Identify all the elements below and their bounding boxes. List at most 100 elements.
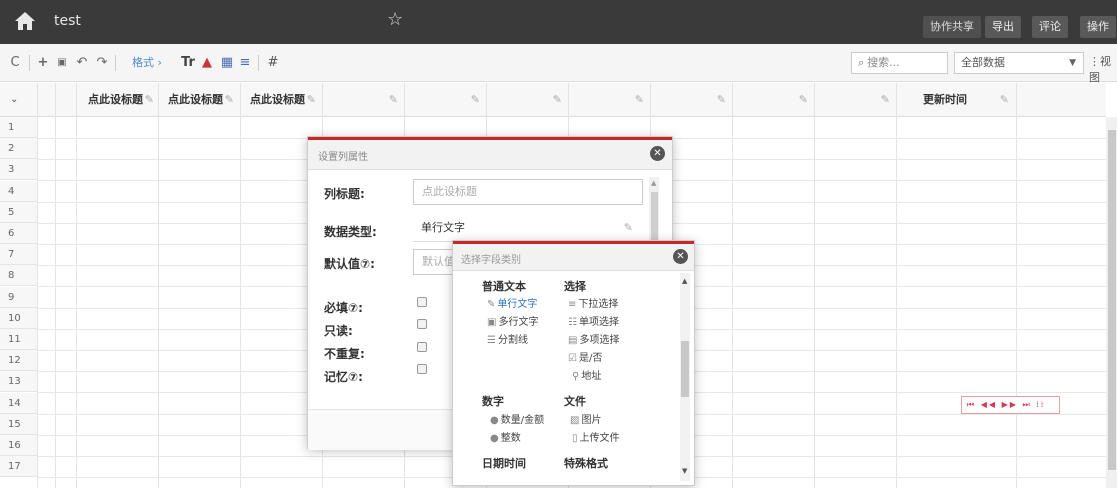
edit-icon[interactable]: ✎ [635, 83, 644, 117]
option-amount[interactable]: ● 数量/金额 [490, 411, 544, 426]
row-number[interactable]: 6 [0, 223, 37, 244]
column-header-updated[interactable]: 更新时间 ✎ [923, 83, 1015, 117]
edit-icon[interactable]: ✎ [624, 216, 633, 240]
option-integer[interactable]: ● 整数 [490, 429, 521, 444]
row-number[interactable]: 8 [0, 265, 37, 286]
search-icon: ⌕ [858, 56, 865, 69]
column-header[interactable]: ✎ [486, 83, 568, 117]
toolbar-divider [258, 55, 259, 71]
refresh-icon[interactable]: C [8, 54, 22, 72]
option-single-choice[interactable]: ☷ 单项选择 [568, 313, 619, 328]
readonly-label: 只读: [324, 324, 353, 338]
column-header[interactable]: 点此设标题 ✎ [250, 83, 322, 117]
map-pin-icon: ⚲ [572, 371, 580, 382]
row-number[interactable]: 13 [0, 371, 37, 392]
edit-icon[interactable]: ✎ [307, 83, 316, 117]
list-icon: ≡ [568, 299, 577, 310]
column-title-input[interactable]: 点此设标题 [413, 179, 643, 205]
edit-icon[interactable]: ✎ [553, 83, 562, 117]
save-icon[interactable]: ▣ [55, 54, 69, 72]
column-header[interactable]: ✎ [322, 83, 404, 117]
option-multi-choice[interactable]: ▤ 多项选择 [568, 331, 619, 346]
edit-icon[interactable]: ✎ [799, 83, 808, 117]
option-single-line[interactable]: ✎ 单行文字 [487, 295, 537, 310]
redo-icon[interactable]: ↷ [95, 54, 109, 72]
group-datetime: 日期时间 [482, 457, 526, 470]
option-dropdown[interactable]: ≡ 下拉选择 [568, 295, 618, 310]
font-color-icon[interactable]: ▲ [199, 54, 215, 72]
text-format-icon[interactable]: Tr [179, 54, 197, 72]
column-header[interactable]: ✎ [568, 83, 650, 117]
row-number[interactable]: 2 [0, 138, 37, 159]
memory-label: 记忆⑦: [324, 370, 363, 384]
row-number[interactable]: 7 [0, 244, 37, 265]
edit-icon[interactable]: ✎ [1000, 83, 1009, 117]
row-number[interactable]: 10 [0, 308, 37, 329]
edit-icon[interactable]: ✎ [145, 83, 154, 117]
add-icon[interactable]: + [36, 54, 50, 72]
column-header[interactable]: ✎ [404, 83, 486, 117]
edit-icon[interactable]: ✎ [717, 83, 726, 117]
edit-icon[interactable]: ✎ [389, 83, 398, 117]
required-checkbox[interactable] [417, 297, 427, 307]
row-number[interactable]: 4 [0, 181, 37, 202]
row-number[interactable]: 12 [0, 350, 37, 371]
column-header[interactable]: ✎ [650, 83, 732, 117]
data-type-field[interactable]: 单行文字 ✎ [413, 216, 643, 242]
option-yes-no[interactable]: ☑ 是/否 [568, 349, 602, 364]
align-icon[interactable]: ≡ [237, 54, 253, 72]
row-number[interactable]: 14 [0, 393, 37, 414]
dialog-scrollbar-thumb[interactable] [681, 341, 689, 397]
hash-icon[interactable]: # [266, 54, 280, 72]
toolbar: C + ▣ ↶ ↷ 格式 › Tr ▲ ▦ ≡ # [0, 44, 1117, 82]
scroll-up-icon[interactable]: ▲ [651, 179, 656, 187]
row-number[interactable]: 9 [0, 287, 37, 308]
edit-icon[interactable]: ✎ [881, 83, 890, 117]
export-button[interactable]: 导出 [985, 16, 1021, 38]
close-icon[interactable]: ✕ [673, 249, 688, 264]
option-address[interactable]: ⚲ 地址 [572, 367, 601, 382]
undo-icon[interactable]: ↶ [75, 54, 89, 72]
fill-color-icon[interactable]: ▦ [219, 54, 235, 72]
close-icon[interactable]: ✕ [650, 146, 665, 161]
row-number[interactable]: 16 [0, 435, 37, 456]
column-header[interactable]: 点此设标题 ✎ [88, 83, 160, 117]
readonly-checkbox[interactable] [417, 319, 427, 329]
option-divider[interactable]: ☰ 分割线 [487, 331, 528, 346]
scroll-down-icon[interactable]: ▼ [682, 467, 687, 475]
scroll-up-icon[interactable]: ▲ [682, 277, 687, 285]
edit-icon[interactable]: ✎ [471, 83, 480, 117]
option-upload[interactable]: ▯ 上传文件 [572, 429, 620, 444]
option-multi-line[interactable]: ▣ 多行文字 [487, 313, 538, 328]
row-number[interactable]: 11 [0, 329, 37, 350]
pager-controls[interactable]: ⏮ ◀◀ ▶▶ ⏭ ⁞⁞ [961, 396, 1060, 414]
search-input[interactable]: ⌕ 搜索... [851, 52, 948, 74]
row-number[interactable]: 5 [0, 202, 37, 223]
row-number[interactable]: 15 [0, 414, 37, 435]
collab-share-button[interactable]: 协作共享 [923, 16, 981, 38]
column-header[interactable]: 点此设标题 ✎ [168, 83, 240, 117]
row-number[interactable]: 1 [0, 117, 37, 138]
unique-label: 不重复: [324, 347, 365, 361]
home-icon[interactable] [14, 10, 36, 32]
group-choice: 选择 [564, 280, 586, 293]
row-number[interactable]: 3 [0, 159, 37, 180]
group-text: 普通文本 [482, 280, 526, 293]
column-header[interactable]: ✎ [814, 83, 896, 117]
grid-scrollbar-thumb[interactable] [1108, 130, 1116, 470]
operations-button[interactable]: 操作 [1080, 16, 1116, 38]
unique-checkbox[interactable] [417, 342, 427, 352]
view-button[interactable]: ⋮视图 [1089, 53, 1117, 85]
collapse-icon[interactable]: ⌄ [10, 83, 18, 117]
dialog-header: 设置列属性 ✕ [308, 140, 672, 170]
option-image[interactable]: ▨ 图片 [570, 411, 601, 426]
memory-checkbox[interactable] [417, 364, 427, 374]
format-menu[interactable]: 格式 › [122, 54, 172, 72]
app-title: test [54, 13, 81, 29]
star-icon[interactable]: ☆ [387, 9, 403, 30]
data-filter-select[interactable]: 全部数据 ▼ [954, 52, 1084, 74]
comment-button[interactable]: 评论 [1032, 16, 1068, 38]
edit-icon[interactable]: ✎ [225, 83, 234, 117]
column-header[interactable]: ✎ [732, 83, 814, 117]
row-number[interactable]: 17 [0, 456, 37, 477]
